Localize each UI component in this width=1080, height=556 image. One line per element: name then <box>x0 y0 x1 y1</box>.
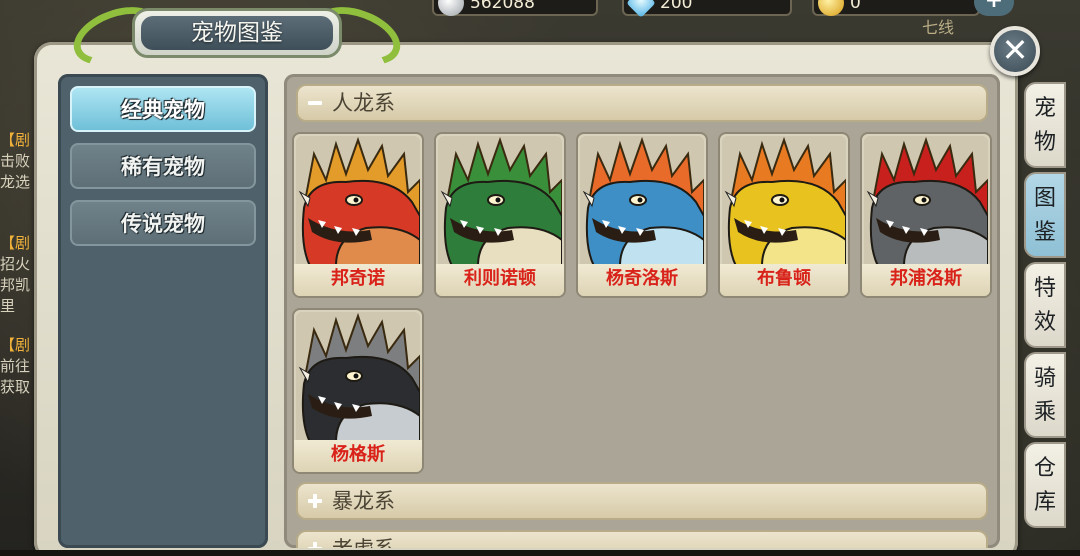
tab-label: 骑乘 <box>1033 366 1056 425</box>
pet-portrait-image <box>438 136 562 266</box>
category-classic-pets[interactable]: 经典宠物 <box>70 86 256 132</box>
group-label: 暴龙系 <box>332 489 395 513</box>
pet-name: 邦奇诺 <box>294 264 422 296</box>
silver-currency: 562088 <box>432 0 598 16</box>
gold-coin-icon <box>818 0 844 16</box>
pet-card[interactable]: 杨格斯 <box>292 308 424 474</box>
pet-card[interactable]: 利则诺顿 <box>434 132 566 298</box>
tab-warehouse[interactable]: 仓库 <box>1024 442 1066 528</box>
pet-name: 利则诺顿 <box>436 264 564 296</box>
diamond-amount: 200 <box>660 0 693 13</box>
pet-name: 杨格斯 <box>294 440 422 472</box>
tab-encyclopedia[interactable]: 图鉴 <box>1024 172 1066 258</box>
category-legend-pets[interactable]: 传说宠物 <box>70 200 256 246</box>
pet-card[interactable]: 杨奇洛斯 <box>576 132 708 298</box>
expand-icon <box>308 542 322 548</box>
pet-name: 邦浦洛斯 <box>862 264 990 296</box>
pet-card[interactable]: 布鲁顿 <box>718 132 850 298</box>
pet-name: 布鲁顿 <box>720 264 848 296</box>
tab-label: 仓库 <box>1033 456 1056 515</box>
title-plate: 宠物图鉴 <box>65 0 409 76</box>
gold-currency: 0 <box>812 0 980 16</box>
tab-mounts[interactable]: 骑乘 <box>1024 352 1066 438</box>
group-header-tyranno[interactable]: 暴龙系 <box>296 482 988 520</box>
pet-name: 杨奇洛斯 <box>578 264 706 296</box>
collapse-icon <box>308 96 322 110</box>
group-header-tiger[interactable]: 老虎系 <box>296 530 988 548</box>
group-header-humandragon[interactable]: 人龙系 <box>296 84 988 122</box>
diamond-icon <box>626 0 656 18</box>
title-frame: 宠物图鉴 <box>132 8 342 58</box>
tab-label: 宠物 <box>1033 96 1056 155</box>
close-icon: ✕ <box>1001 31 1029 69</box>
tab-effects[interactable]: 特效 <box>1024 262 1066 348</box>
pet-portrait-image <box>296 136 420 266</box>
bottom-edge <box>0 550 1080 556</box>
group-label: 人龙系 <box>332 91 395 115</box>
background-chat: 【剧 击败 龙选 【剧 招火 邦凯 里 【剧 前往 获取 <box>0 131 31 396</box>
pet-card[interactable]: 邦浦洛斯 <box>860 132 992 298</box>
page-title: 宠物图鉴 <box>141 16 333 50</box>
pet-list-area[interactable]: 人龙系 邦奇诺利则诺顿杨奇洛斯布鲁顿邦浦洛斯杨格斯 暴龙系 老虎系 <box>284 74 1000 548</box>
close-button[interactable]: ✕ <box>990 26 1040 76</box>
silver-coin-icon <box>438 0 464 16</box>
pet-portrait-image <box>722 136 846 266</box>
category-sidebar: 经典宠物 稀有宠物 传说宠物 <box>58 74 268 548</box>
server-line-label: 七线 <box>922 18 955 37</box>
gold-amount: 0 <box>850 0 861 13</box>
pet-portrait-image <box>864 136 988 266</box>
group-label: 老虎系 <box>332 537 395 548</box>
silver-amount: 562088 <box>470 0 535 13</box>
tab-label: 特效 <box>1033 276 1056 335</box>
tab-label: 图鉴 <box>1033 186 1056 245</box>
category-rare-pets[interactable]: 稀有宠物 <box>70 143 256 189</box>
expand-icon <box>308 494 322 508</box>
pet-portrait-image <box>296 312 420 442</box>
pet-card[interactable]: 邦奇诺 <box>292 132 424 298</box>
diamond-currency: 200 <box>622 0 792 18</box>
tab-pets[interactable]: 宠物 <box>1024 82 1066 168</box>
pet-portrait-image <box>580 136 704 266</box>
